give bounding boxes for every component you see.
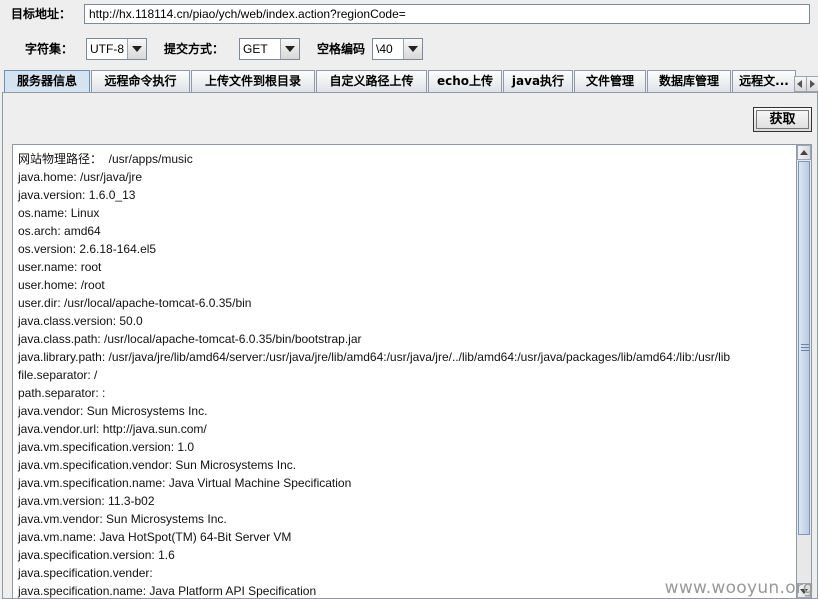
output-line: user.name: root [18, 260, 102, 274]
output-line: java.home: /usr/java/jre [18, 170, 143, 184]
tab-upload-root[interactable]: 上传文件到根目录 [191, 70, 315, 92]
method-label: 提交方式： [164, 42, 225, 56]
charset-select[interactable]: UTF-8 [86, 38, 147, 60]
output-line: java.vendor.url: http://java.sun.com/ [18, 422, 207, 436]
tab-database-manager[interactable]: 数据库管理 [647, 70, 731, 92]
space-encoding-label: 空格编码 [317, 42, 366, 56]
watermark: www.wooyun.org [664, 578, 814, 598]
tab-scroll-controls [794, 76, 818, 92]
tab-echo-upload[interactable]: echo上传 [428, 70, 502, 92]
output-line: java.vm.specification.name: Java Virtual… [18, 476, 352, 490]
output-line: 网站物理路径： /usr/apps/music [18, 152, 193, 166]
tab-remote-command[interactable]: 远程命令执行 [91, 70, 190, 92]
output-line: java.class.version: 50.0 [18, 314, 143, 328]
output-line: java.vendor: Sun Microsystems Inc. [18, 404, 208, 418]
output-scrollbar[interactable] [796, 144, 812, 599]
tab-scroll-right-icon[interactable] [806, 76, 818, 92]
space-encoding-value: \40 [373, 39, 404, 59]
tab-java-exec[interactable]: java执行 [503, 70, 573, 92]
method-select[interactable]: GET [239, 38, 300, 60]
target-url-input[interactable]: http://hx.118114.cn/piao/ych/web/index.a… [84, 4, 810, 24]
charset-value: UTF-8 [87, 39, 128, 59]
output-line: path.separator: : [18, 386, 106, 400]
output-line: java.vm.name: Java HotSpot(TM) 64-Bit Se… [18, 530, 292, 544]
charset-dropdown-icon[interactable] [127, 39, 146, 59]
tab-custom-path-upload[interactable]: 自定义路径上传 [316, 70, 427, 92]
output-line: user.home: /root [18, 278, 105, 292]
output-line: java.library.path: /usr/java/jre/lib/amd… [18, 350, 731, 364]
method-value: GET [240, 39, 281, 59]
fetch-button[interactable]: 获取 [753, 107, 812, 132]
tab-remote-file[interactable]: 远程文... [732, 70, 796, 92]
target-url-label: 目标地址： [11, 7, 72, 21]
output-line: os.version: 2.6.18-164.el5 [18, 242, 157, 256]
tab-server-info[interactable]: 服务器信息 [4, 70, 90, 93]
space-encoding-select[interactable]: \40 [372, 38, 423, 60]
method-dropdown-icon[interactable] [280, 39, 299, 59]
charset-label: 字符集： [25, 42, 74, 56]
space-encoding-dropdown-icon[interactable] [403, 39, 422, 59]
scrollbar-thumb[interactable] [798, 161, 810, 535]
output-line: java.vm.version: 11.3-b02 [18, 494, 155, 508]
scroll-up-icon[interactable] [797, 145, 811, 160]
output-line: java.vm.specification.version: 1.0 [18, 440, 195, 454]
output-line: os.name: Linux [18, 206, 100, 220]
output-line: java.specification.version: 1.6 [18, 548, 175, 562]
output-line: java.class.path: /usr/local/apache-tomca… [18, 332, 362, 346]
output-line: file.separator: / [18, 368, 98, 382]
tab-file-manager[interactable]: 文件管理 [574, 70, 646, 92]
scrollbar-grip-icon [801, 344, 809, 351]
output-line: user.dir: /usr/local/apache-tomcat-6.0.3… [18, 296, 252, 310]
tab-bar: 服务器信息 远程命令执行 上传文件到根目录 自定义路径上传 echo上传 jav… [4, 70, 800, 93]
output-line: java.vm.vendor: Sun Microsystems Inc. [18, 512, 227, 526]
output-line: os.arch: amd64 [18, 224, 101, 238]
output-line: java.vm.specification.vendor: Sun Micros… [18, 458, 297, 472]
output-line: java.version: 1.6.0_13 [18, 188, 136, 202]
server-info-output[interactable]: 网站物理路径： /usr/apps/music java.home: /usr/j… [12, 144, 796, 599]
